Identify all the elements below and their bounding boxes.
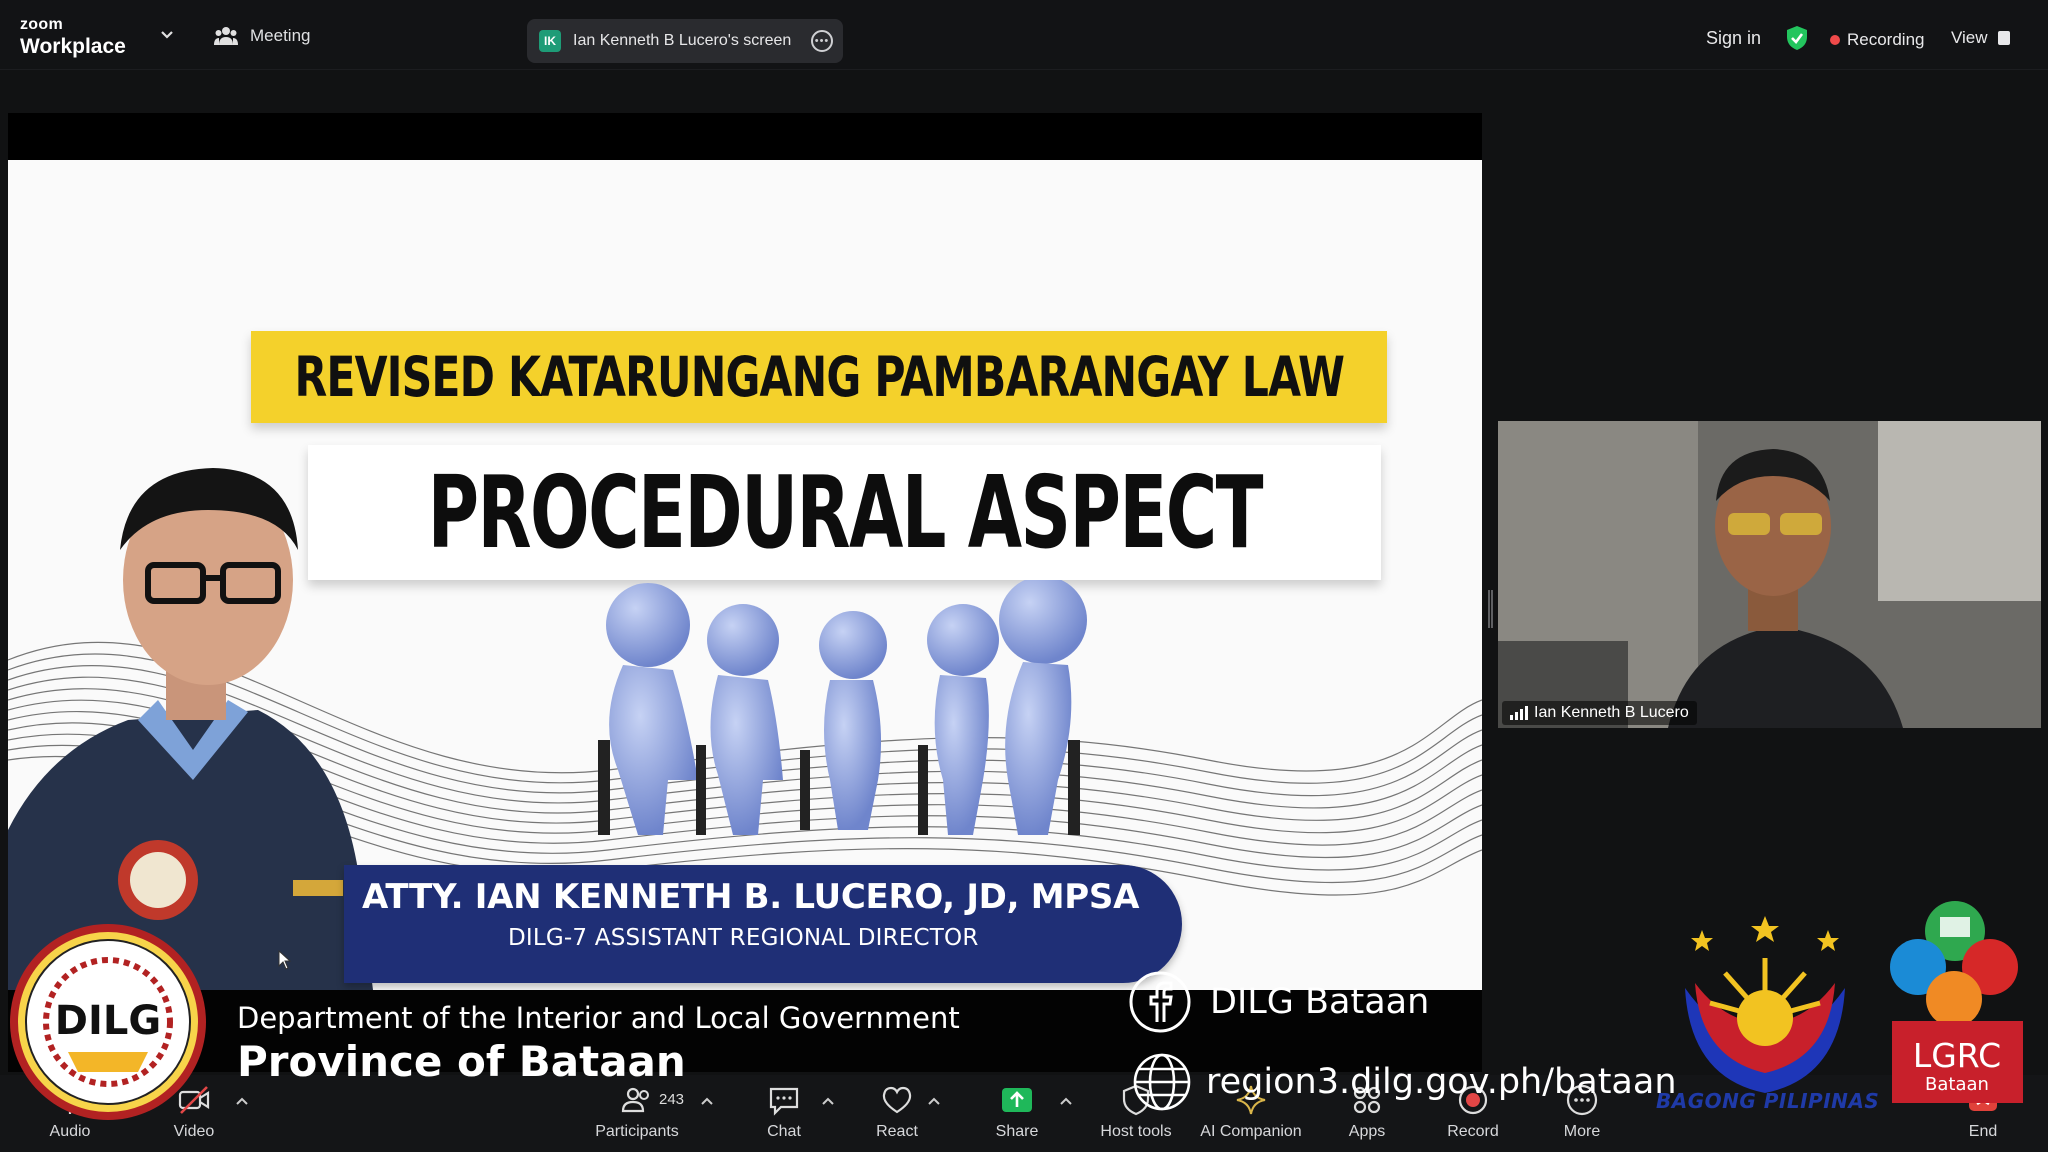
recording-dot-icon: [1830, 35, 1840, 45]
resize-handle[interactable]: [1488, 590, 1493, 628]
presentation-slide: REVISED KATARUNGANG PAMBARANGAY LAW PROC…: [8, 160, 1482, 990]
react-button[interactable]: React: [837, 1083, 957, 1141]
react-label: React: [876, 1123, 918, 1140]
participant-name-label: Ian Kenneth B Lucero: [1502, 701, 1697, 725]
shared-screen: REVISED KATARUNGANG PAMBARANGAY LAW PROC…: [8, 113, 1482, 990]
lgrc-text: LGRC: [1913, 1036, 2001, 1075]
participant-video: [1498, 421, 2041, 728]
mouse-cursor-icon: [278, 950, 292, 970]
top-bar: zoom Workplace Meeting IK Ian Kenneth B …: [0, 0, 2048, 70]
signal-strength-icon: [1510, 706, 1528, 720]
video-options-caret-icon[interactable]: [236, 1097, 248, 1105]
record-label: Record: [1447, 1123, 1499, 1140]
seated-figures-illustration: [598, 580, 1087, 835]
apps-label: Apps: [1348, 1123, 1386, 1140]
chevron-down-icon[interactable]: [160, 30, 174, 40]
share-screen-icon: [1002, 1088, 1032, 1112]
recording-indicator[interactable]: Recording: [1830, 30, 1925, 50]
brand-small: zoom: [20, 16, 63, 33]
participant-video-tile[interactable]: Ian Kenneth B Lucero: [1498, 421, 2041, 728]
bagong-pilipinas-logo: [1685, 916, 1845, 1093]
participant-name: Ian Kenneth B Lucero: [1534, 704, 1689, 721]
facebook-link: DILG Bataan: [1128, 970, 1429, 1034]
lgrc-bataan-logo: LGRC Bataan: [1890, 901, 2023, 1103]
website-link: region3.dilg.gov.ph/bataan: [1132, 1052, 1677, 1112]
website-url: region3.dilg.gov.ph/bataan: [1206, 1062, 1677, 1102]
facebook-icon: [1129, 971, 1191, 1033]
screen-share-label: Ian Kenneth B Lucero's screen: [573, 32, 792, 49]
audio-label: Audio: [49, 1123, 91, 1140]
slide-title: PROCEDURAL ASPECT: [427, 454, 1263, 571]
security-shield-icon[interactable]: [1786, 25, 1808, 51]
sharer-avatar: IK: [539, 30, 561, 52]
participants-options-caret-icon[interactable]: [701, 1097, 713, 1105]
chat-icon: [769, 1087, 799, 1116]
presenter-photo: [8, 468, 373, 990]
people-icon: [214, 27, 238, 45]
facebook-handle: DILG Bataan: [1210, 982, 1430, 1022]
province-name: Province of Bataan: [237, 1037, 686, 1086]
video-label: Video: [173, 1123, 215, 1140]
globe-icon: [1133, 1053, 1191, 1111]
more-label: More: [1563, 1123, 1601, 1140]
seal-text: DILG: [55, 998, 161, 1044]
lgrc-subtext: Bataan: [1925, 1074, 1989, 1095]
chat-label: Chat: [767, 1123, 801, 1140]
view-layout-icon: [1997, 31, 2010, 45]
recording-label: Recording: [1847, 30, 1925, 49]
end-label: End: [1968, 1123, 1998, 1140]
screen-share-indicator[interactable]: IK Ian Kenneth B Lucero's screen •••: [527, 19, 843, 63]
zoom-workplace-logo: zoom Workplace: [20, 16, 126, 58]
react-options-caret-icon[interactable]: [928, 1097, 940, 1105]
view-button[interactable]: View: [1951, 28, 2010, 48]
participants-icon: [621, 1087, 649, 1113]
presenter-title: DILG-7 ASSISTANT REGIONAL DIRECTOR: [508, 925, 979, 951]
participant-count: 243: [659, 1091, 685, 1108]
meeting-label: Meeting: [250, 26, 311, 45]
dilg-seal-logo: DILG: [10, 924, 206, 1120]
heart-icon: [882, 1086, 912, 1114]
more-options-icon[interactable]: •••: [811, 30, 833, 52]
presenter-name-badge: ATTY. IAN KENNETH B. LUCERO, JD, MPSA DI…: [344, 865, 1182, 983]
participants-label: Participants: [595, 1123, 679, 1140]
slide-banner-top-text: REVISED KATARUNGANG PAMBARANGAY LAW: [294, 345, 1345, 409]
slide-banner-top: REVISED KATARUNGANG PAMBARANGAY LAW: [251, 331, 1387, 423]
sign-in-link[interactable]: Sign in: [1706, 28, 1761, 49]
ai-companion-label: AI Companion: [1200, 1123, 1302, 1140]
meeting-info-button[interactable]: Meeting: [214, 26, 310, 46]
share-options-caret-icon[interactable]: [1060, 1097, 1072, 1105]
presenter-name: ATTY. IAN KENNETH B. LUCERO, JD, MPSA: [362, 877, 1140, 917]
chat-button[interactable]: Chat: [724, 1083, 844, 1141]
bagong-pilipinas-text: BAGONG PILIPINAS: [1656, 1089, 1880, 1113]
share-button[interactable]: Share: [957, 1083, 1077, 1141]
slide-banner-main: PROCEDURAL ASPECT: [308, 445, 1381, 580]
share-label: Share: [995, 1123, 1039, 1140]
department-name: Department of the Interior and Local Gov…: [237, 1001, 960, 1035]
view-label: View: [1951, 28, 1988, 47]
brand-large: Workplace: [20, 35, 126, 58]
host-tools-label: Host tools: [1100, 1123, 1172, 1140]
chat-options-caret-icon[interactable]: [822, 1097, 834, 1105]
